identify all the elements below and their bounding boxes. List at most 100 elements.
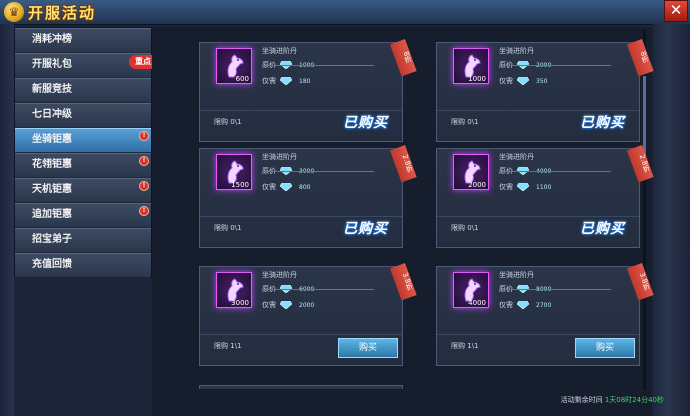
sidebar-item[interactable]: 追加钜惠! bbox=[15, 203, 151, 227]
mount-item-icon[interactable]: 3000 bbox=[216, 272, 252, 308]
limit-label: 限购 bbox=[214, 342, 228, 350]
title-bar: ♛ 开服活动 ✕ bbox=[0, 0, 690, 25]
card-body: 1500 坐骑进阶丹原价3000 仅需 800 bbox=[200, 149, 402, 216]
now-price-label: 仅需 bbox=[262, 183, 276, 191]
bought-label: 已购买 bbox=[580, 115, 625, 131]
item-count: 600 bbox=[235, 75, 249, 83]
now-price-value: 2000 bbox=[299, 302, 315, 309]
sidebar-item-label: 花翎钜惠 bbox=[32, 159, 72, 170]
sidebar-background bbox=[14, 277, 150, 416]
limit-label: 限购 bbox=[451, 224, 465, 232]
sidebar-item[interactable]: 七日冲级 bbox=[15, 103, 151, 127]
now-price-label: 仅需 bbox=[262, 77, 276, 85]
original-price-row: 原价4000 bbox=[499, 166, 611, 176]
strikethrough-line bbox=[499, 171, 611, 172]
item-name: 坐骑进阶丹 bbox=[262, 271, 297, 279]
card-body: 600 坐骑进阶丹原价1000 仅需 180 bbox=[200, 43, 402, 110]
notification-dot-icon: ! bbox=[139, 206, 149, 216]
left-decoration bbox=[0, 24, 14, 416]
now-price-value: 2700 bbox=[536, 302, 552, 309]
sidebar-item[interactable]: 开服礼包 重点 bbox=[15, 53, 157, 77]
now-price-row: 仅需 2000 bbox=[262, 300, 314, 310]
mount-item-icon[interactable]: 1000 bbox=[453, 48, 489, 84]
sidebar-item[interactable]: 天机钜惠! bbox=[15, 178, 151, 202]
limit-value: 1\1 bbox=[230, 342, 242, 350]
card-body: 2000 坐骑进阶丹原价4000 仅需 1100 bbox=[437, 149, 639, 216]
limit-label: 限购 bbox=[451, 342, 465, 350]
purchase-limit: 限购 0\1 bbox=[214, 223, 242, 233]
item-count: 4000 bbox=[468, 299, 486, 307]
mount-item-icon[interactable]: 600 bbox=[216, 48, 252, 84]
strikethrough-line bbox=[262, 289, 374, 290]
item-count: 1000 bbox=[468, 75, 486, 83]
bought-label: 已购买 bbox=[580, 221, 625, 237]
card-body: 3000 坐骑进阶丹原价6000 仅需 2000 bbox=[200, 267, 402, 334]
close-button[interactable]: ✕ bbox=[664, 0, 688, 22]
gem-icon bbox=[517, 183, 529, 191]
mount-item-icon[interactable]: 1500 bbox=[216, 154, 252, 190]
sidebar-item-label: 充值回馈 bbox=[32, 259, 72, 270]
item-name: 坐骑进阶丹 bbox=[499, 47, 534, 55]
card-divider bbox=[200, 110, 402, 111]
bought-label: 已购买 bbox=[343, 221, 388, 237]
sidebar-item-label: 追加钜惠 bbox=[32, 209, 72, 220]
limit-value: 0\1 bbox=[230, 224, 242, 232]
buy-button[interactable]: 购买 bbox=[575, 338, 635, 358]
original-price-row: 原价1000 bbox=[262, 60, 374, 70]
deal-card: 3000坐骑进阶丹原价6000仅需2000限购 1\1购买3.8折 bbox=[199, 263, 417, 366]
sidebar-item-label: 七日冲级 bbox=[32, 109, 72, 120]
limit-value: 0\1 bbox=[230, 118, 242, 126]
now-price-value: 180 bbox=[299, 78, 311, 85]
now-price-row: 仅需 350 bbox=[499, 76, 547, 86]
original-price-row: 原价2000 bbox=[499, 60, 611, 70]
deal-card: 4000坐骑进阶丹原价8000仅需2700限购 1\1购买3.8折 bbox=[436, 263, 654, 366]
deal-card: 1000坐骑进阶丹原价2000仅需350限购 0\1已购买8折 bbox=[436, 39, 654, 142]
sidebar-item-label: 新服竞技 bbox=[32, 84, 72, 95]
sidebar-item-label: 消耗冲榜 bbox=[32, 34, 72, 45]
now-price-label: 仅需 bbox=[499, 183, 513, 191]
item-name: 坐骑进阶丹 bbox=[262, 153, 297, 161]
now-price-label: 仅需 bbox=[499, 301, 513, 309]
strikethrough-line bbox=[499, 65, 611, 66]
sidebar-item[interactable]: 招宝弟子 bbox=[15, 228, 151, 252]
mount-item-icon[interactable]: 2000 bbox=[453, 154, 489, 190]
sidebar-item-label: 天机钜惠 bbox=[32, 184, 72, 195]
sidebar-item[interactable]: 坐骑钜惠! bbox=[15, 128, 151, 152]
gem-icon bbox=[517, 77, 529, 85]
now-price-row: 仅需 800 bbox=[262, 182, 310, 192]
notification-dot-icon: ! bbox=[139, 181, 149, 191]
activity-timer: 活动剩余时间 1天08时24分40秒 bbox=[561, 395, 664, 405]
now-price-label: 仅需 bbox=[499, 77, 513, 85]
card-divider bbox=[200, 216, 402, 217]
right-decoration bbox=[652, 24, 690, 416]
strikethrough-line bbox=[262, 171, 374, 172]
purchase-limit: 限购 1\1 bbox=[214, 341, 242, 351]
now-price-value: 1100 bbox=[536, 184, 552, 191]
now-price-value: 800 bbox=[299, 184, 311, 191]
strikethrough-line bbox=[499, 289, 611, 290]
buy-button[interactable]: 购买 bbox=[338, 338, 398, 358]
limit-label: 限购 bbox=[451, 118, 465, 126]
timer-value: 1天08时24分40秒 bbox=[604, 396, 664, 404]
now-price-label: 仅需 bbox=[262, 301, 276, 309]
sidebar: 消耗冲榜 开服礼包 重点 新服竞技 七日冲级 坐骑钜惠! 花翎钜惠! 天机钜惠! 追加钜惠! 招宝… bbox=[14, 27, 157, 278]
sidebar-item-label: 开服礼包 bbox=[32, 59, 72, 70]
card-divider bbox=[437, 216, 639, 217]
purchase-limit: 限购 0\1 bbox=[214, 117, 242, 127]
deal-card: 600坐骑进阶丹原价1000仅需180限购 0\1已购买8折 bbox=[199, 39, 417, 142]
sidebar-item[interactable]: 消耗冲榜 bbox=[15, 28, 151, 52]
crown-icon: ♛ bbox=[4, 2, 24, 22]
mount-item-icon[interactable]: 4000 bbox=[453, 272, 489, 308]
item-count: 3000 bbox=[231, 299, 249, 307]
now-price-row: 仅需 2700 bbox=[499, 300, 551, 310]
limit-value: 0\1 bbox=[467, 224, 479, 232]
sidebar-item[interactable]: 花翎钜惠! bbox=[15, 153, 151, 177]
item-name: 坐骑进阶丹 bbox=[499, 153, 534, 161]
sidebar-item[interactable]: 新服竞技 bbox=[15, 78, 151, 102]
limit-label: 限购 bbox=[214, 224, 228, 232]
purchase-limit: 限购 0\1 bbox=[451, 223, 479, 233]
gem-icon bbox=[280, 301, 292, 309]
sidebar-item[interactable]: 充值回馈 bbox=[15, 253, 151, 277]
item-name: 坐骑进阶丹 bbox=[262, 47, 297, 55]
original-price-row: 原价6000 bbox=[262, 284, 374, 294]
